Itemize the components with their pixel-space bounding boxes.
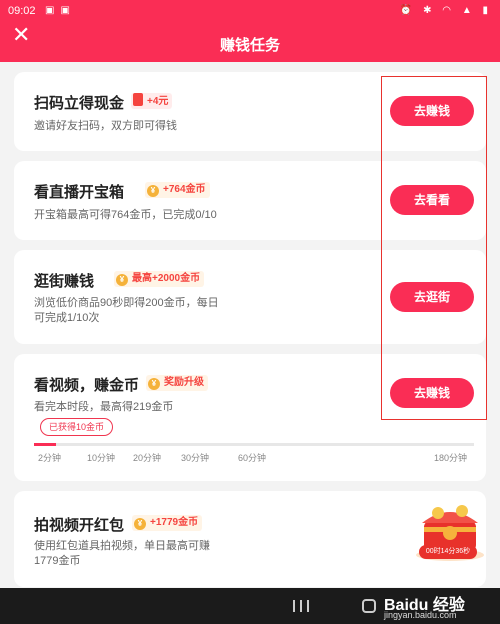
reward-badge: ¥ 最高+2000金币 — [114, 271, 205, 287]
progress-tick: 60分钟 — [238, 453, 267, 463]
reward-badge: ¥ 奖励升级 — [146, 375, 208, 391]
coin-icon: ¥ — [116, 274, 128, 286]
task-description-line-2: 可完成1/10次 — [34, 312, 100, 324]
task-description: 邀请好友扫码，双方即可得钱 — [34, 120, 177, 132]
progress-earned-label: 已获得10金币 — [40, 418, 114, 436]
red-packet-icon — [133, 93, 143, 106]
reward-badge: ¥ +764金币 — [145, 182, 210, 198]
task-description-line-1: 使用红包道具拍视频，单日最高可赚 — [34, 540, 210, 552]
watermark-url: jingyan.baidu.com — [384, 610, 457, 620]
app-header: ✕ 赚钱任务 — [0, 22, 500, 62]
system-navigation-bar: Baidu 经验 jingyan.baidu.com — [0, 588, 500, 624]
status-time: 09:02 — [8, 5, 36, 17]
progress-track — [34, 443, 474, 446]
coin-icon: ¥ — [134, 518, 146, 530]
reward-badge: +4元 — [131, 93, 173, 109]
task-title: 扫码立得现金 — [34, 95, 125, 112]
coin-icon: ¥ — [148, 378, 160, 390]
annotation-highlight-box — [381, 76, 487, 420]
task-description: 看完本时段，最高得219金币 — [34, 401, 174, 413]
task-description-line-1: 浏览低价商品90秒即得200金币，每日 — [34, 297, 219, 309]
task-description: 开宝箱最高可得764金币，已完成0/10 — [34, 209, 217, 221]
system-status-icons: ⏰ ✱ ◠ ▲ ▮ — [399, 5, 492, 16]
reward-badge: ¥ +1779金币 — [132, 515, 203, 531]
red-packet-chest[interactable]: 00时14分36秒 — [410, 497, 490, 567]
status-bar: 09:02 ▣▣ ⏰ ✱ ◠ ▲ ▮ — [0, 0, 500, 22]
progress-tick: 180分钟 — [434, 453, 468, 463]
progress-tick: 20分钟 — [133, 453, 162, 463]
task-title: 看视频，赚金币 — [34, 377, 140, 394]
task-title: 看直播开宝箱 — [34, 184, 125, 201]
progress-tick: 2分钟 — [38, 453, 62, 463]
coin-icon: ¥ — [147, 185, 159, 197]
countdown-badge: 00时14分36秒 — [419, 545, 477, 559]
page-title: 赚钱任务 — [219, 37, 280, 54]
task-title: 拍视频开红包 — [34, 517, 125, 534]
recent-apps-icon[interactable] — [293, 600, 309, 612]
progress-tick: 30分钟 — [181, 453, 210, 463]
home-icon[interactable] — [362, 599, 376, 613]
progress-fill — [34, 443, 56, 446]
task-title: 逛街赚钱 — [34, 273, 95, 290]
notification-icons: ▣▣ — [45, 5, 76, 16]
task-description-line-2: 1779金币 — [34, 555, 81, 567]
progress-tick: 10分钟 — [87, 453, 116, 463]
